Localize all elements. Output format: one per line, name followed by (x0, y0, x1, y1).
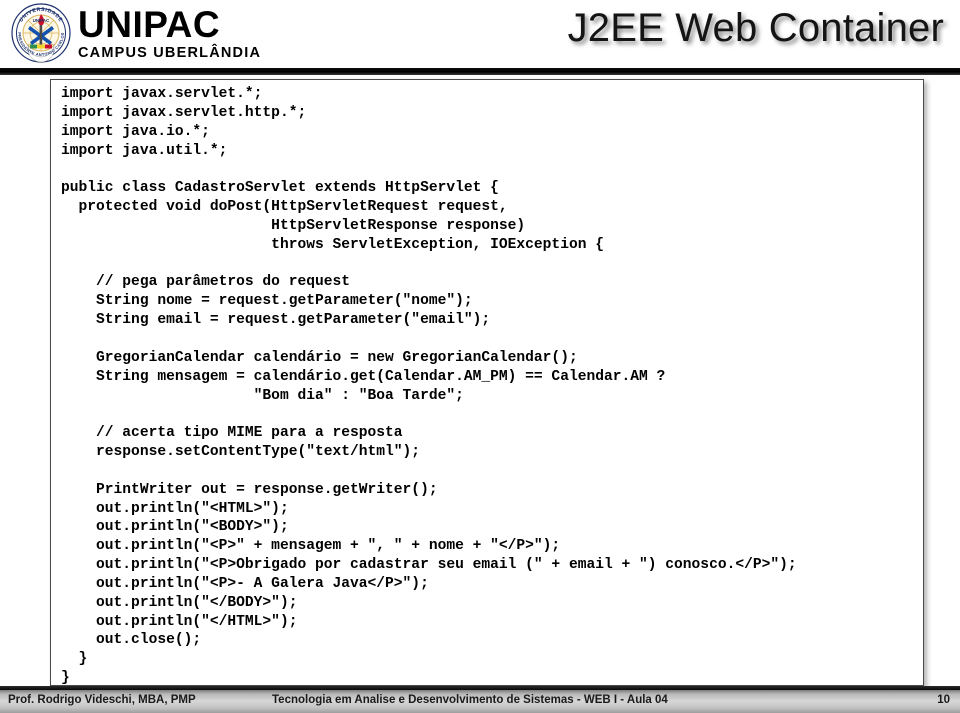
footer-page-number: 10 (937, 694, 950, 706)
code-block-panel: import javax.servlet.*; import javax.ser… (50, 79, 924, 686)
footer-course: Tecnologia em Analise e Desenvolvimento … (272, 694, 668, 706)
brand-campus-label: CAMPUS UBERLÂNDIA (78, 44, 262, 61)
slide-footer: Prof. Rodrigo Videschi, MBA, PMP Tecnolo… (0, 690, 960, 713)
brand-text-block: UNIPAC CAMPUS UBERLÂNDIA (78, 6, 261, 61)
java-source-code: import javax.servlet.*; import javax.ser… (61, 86, 797, 686)
brand-name: UNIPAC (78, 3, 221, 45)
brand-lockup: UNIVERSIDADE PRESIDENTE ANTONIO CARLOS U… (10, 2, 261, 64)
slide-title: J2EE Web Container (567, 6, 944, 50)
unipac-crest-icon: UNIVERSIDADE PRESIDENTE ANTONIO CARLOS U… (10, 2, 72, 64)
footer-author: Prof. Rodrigo Videschi, MBA, PMP (8, 694, 196, 706)
svg-text:UNIPAC: UNIPAC (33, 18, 50, 23)
slide-header: UNIVERSIDADE PRESIDENTE ANTONIO CARLOS U… (0, 0, 960, 68)
header-divider (0, 68, 960, 75)
